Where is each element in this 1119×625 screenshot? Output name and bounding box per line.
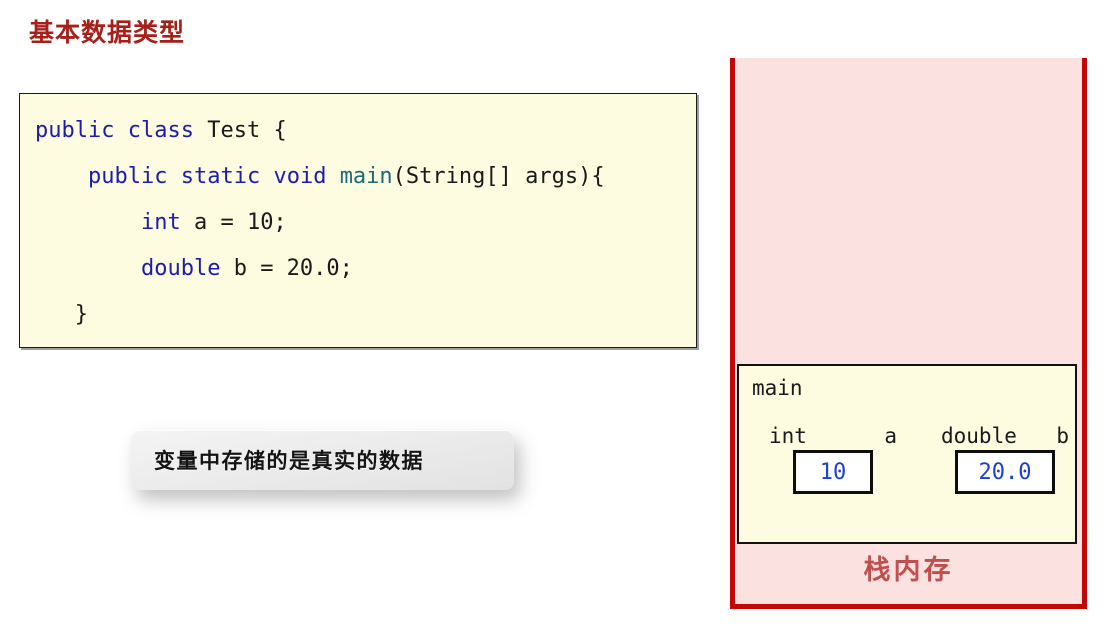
variable-type-a: int bbox=[769, 424, 807, 448]
code-token: (String[] args){ bbox=[392, 164, 605, 189]
code-lines: public class Test { public static void m… bbox=[20, 108, 696, 347]
code-line: } bbox=[20, 292, 696, 338]
variable-value-box-a: 10 bbox=[793, 450, 873, 494]
code-token: public bbox=[35, 118, 115, 143]
code-line: double b = 20.0; bbox=[20, 246, 696, 292]
callout-box: 变量中存储的是真实的数据 bbox=[131, 430, 514, 490]
code-token: public bbox=[87, 164, 168, 189]
code-token: Test { bbox=[193, 118, 287, 143]
variable-group-b: double b 20.0 bbox=[939, 424, 1071, 494]
stack-memory-panel: main int a 10 double b 20.0 栈内存 bbox=[730, 58, 1087, 609]
code-token: main bbox=[339, 164, 393, 189]
code-line: } bbox=[20, 338, 696, 347]
stack-frame-main: main int a 10 double b 20.0 bbox=[737, 364, 1077, 544]
code-line: int a = 10; bbox=[20, 200, 696, 246]
variable-type-b: double bbox=[941, 424, 1017, 448]
code-token: class bbox=[127, 118, 194, 143]
code-token: } bbox=[35, 302, 88, 327]
code-token: int bbox=[140, 210, 181, 235]
variable-name-b: b bbox=[1056, 424, 1069, 448]
code-line: public class Test { bbox=[20, 108, 696, 154]
stack-frame-label: main bbox=[752, 376, 803, 400]
code-token: double bbox=[140, 256, 221, 281]
code-token: b = 20.0; bbox=[220, 256, 353, 281]
variable-header-a: int a bbox=[767, 424, 899, 448]
variable-value-box-b: 20.0 bbox=[955, 450, 1055, 494]
variable-header-b: double b bbox=[939, 424, 1071, 448]
page-title: 基本数据类型 bbox=[29, 19, 186, 47]
variable-name-a: a bbox=[884, 424, 897, 448]
callout-text: 变量中存储的是真实的数据 bbox=[154, 450, 424, 473]
stack-memory-label: 栈内存 bbox=[863, 555, 954, 585]
code-token: void bbox=[273, 164, 327, 189]
code-token: static bbox=[180, 164, 261, 189]
code-token: a = 10; bbox=[180, 210, 287, 235]
variable-group-a: int a 10 bbox=[767, 424, 899, 494]
code-block: public class Test { public static void m… bbox=[19, 93, 697, 348]
code-line: public static void main(String[] args){ bbox=[20, 154, 696, 200]
